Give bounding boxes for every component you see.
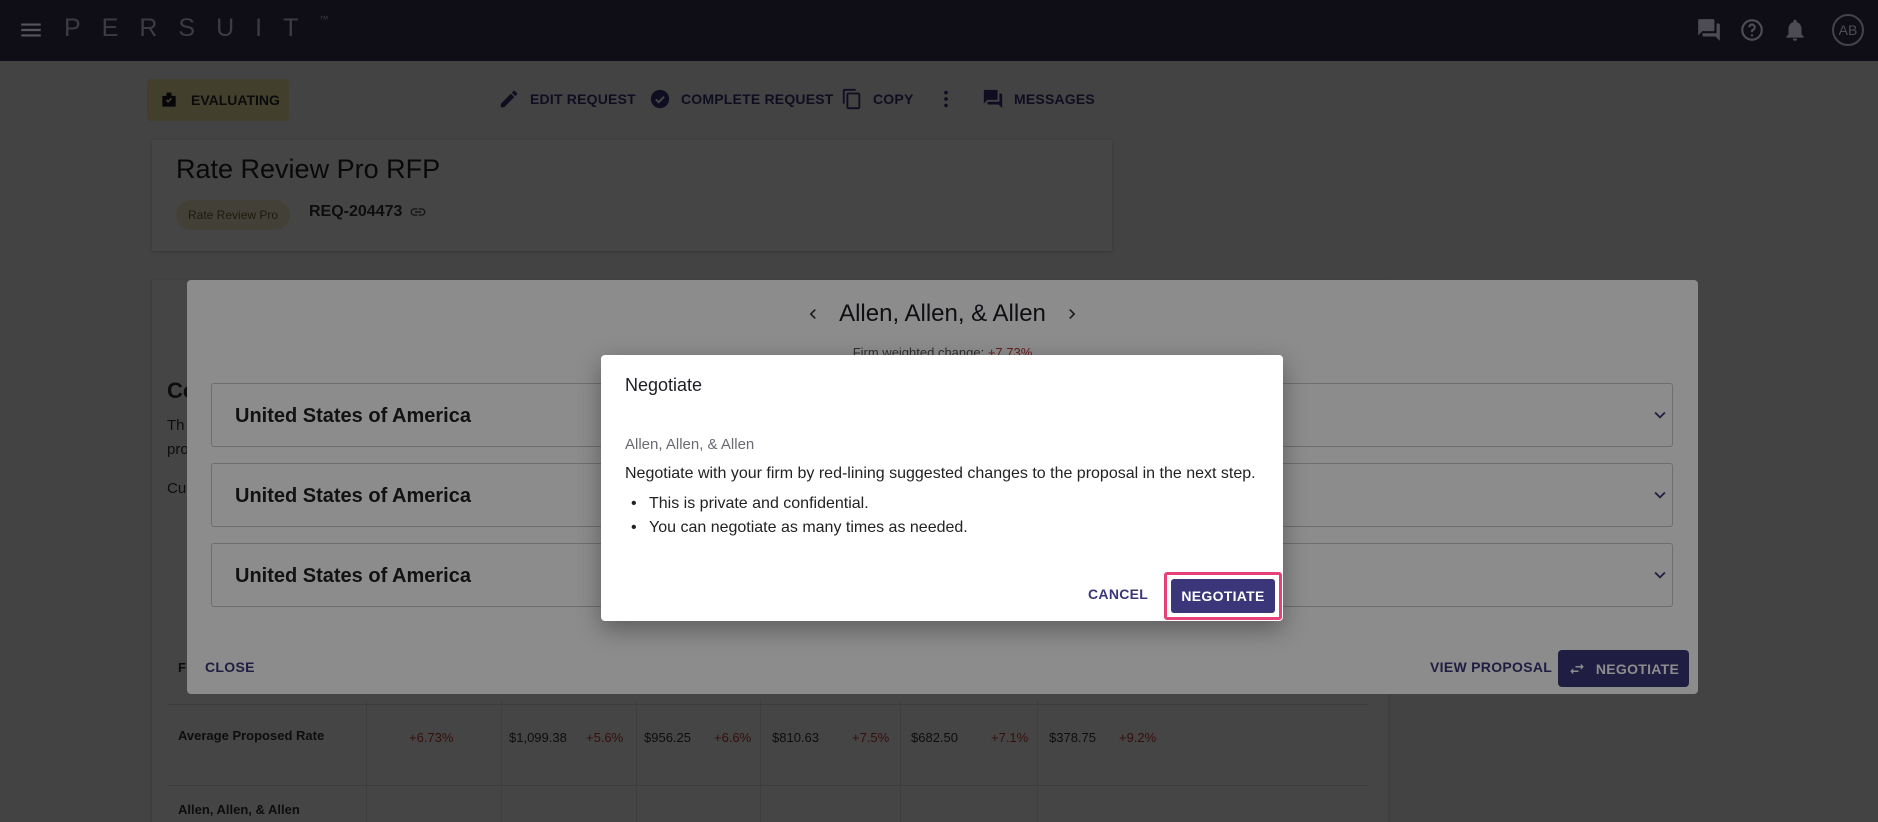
negotiate-dialog: Negotiate Allen, Allen, & Allen Negotiat… [601,355,1283,621]
list-item: This is private and confidential. [625,495,968,519]
cancel-button[interactable]: CANCEL [1088,586,1148,602]
highlight-frame: NEGOTIATE [1164,572,1282,620]
dialog-firm-name: Allen, Allen, & Allen [625,436,755,453]
dialog-body-text: Negotiate with your firm by red-lining s… [625,465,1256,482]
dialog-bullet-list: This is private and confidential. You ca… [625,495,968,543]
confirm-negotiate-button[interactable]: NEGOTIATE [1171,579,1275,613]
list-item: You can negotiate as many times as neede… [625,519,968,543]
dialog-title: Negotiate [625,375,703,395]
